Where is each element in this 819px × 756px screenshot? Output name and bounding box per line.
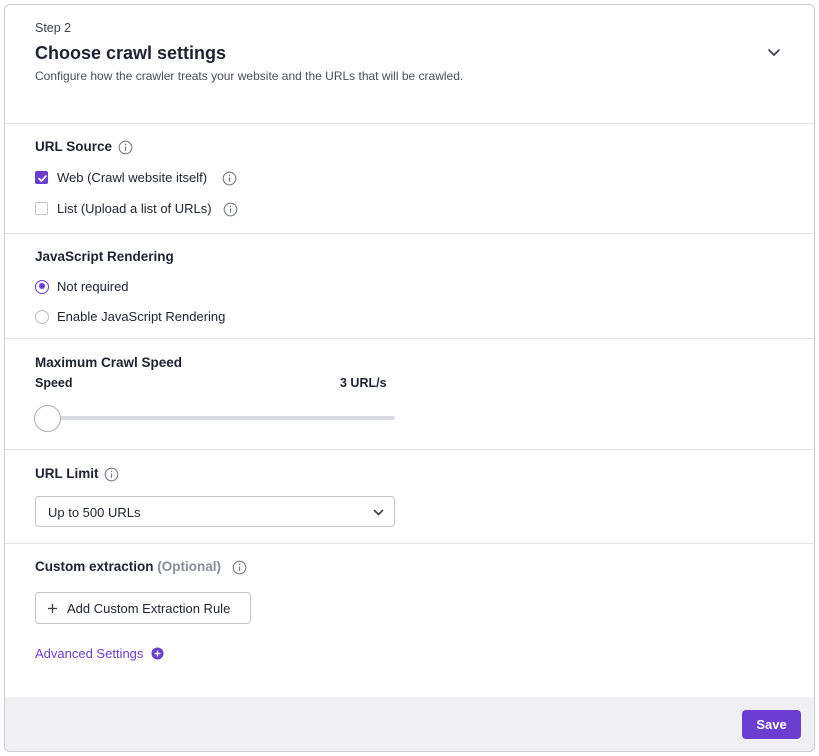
custom-extraction-title: Custom extraction (Optional) [35,559,221,574]
js-not-required-option[interactable]: Not required [35,279,129,294]
plus-circle-icon [151,647,164,660]
url-limit-select[interactable]: Up to 500 URLs [35,496,395,527]
not-required-radio[interactable] [35,279,49,294]
list-option-label: List (Upload a list of URLs) [57,201,212,216]
url-source-title: URL Source [35,139,113,154]
web-checkbox[interactable] [35,171,48,184]
page-description: Configure how the crawler treats your we… [35,69,464,83]
speed-label: Speed [35,376,73,390]
add-rule-label: Add Custom Extraction Rule [67,600,231,616]
info-icon[interactable] [104,467,119,482]
speed-slider-track[interactable] [45,416,395,420]
url-source-web-option[interactable]: Web (Crawl website itself) [35,170,207,185]
js-rendering-title: JavaScript Rendering [35,249,174,264]
custom-extraction-label: Custom extraction [35,559,154,574]
info-icon[interactable] [118,140,133,155]
enable-js-radio[interactable] [35,309,49,324]
page-title: Choose crawl settings [35,43,227,63]
advanced-settings-label: Advanced Settings [35,646,144,661]
advanced-settings-link[interactable]: Advanced Settings [35,646,164,661]
step-header: Step 2 Choose crawl settings Configure h… [5,5,814,124]
crawl-settings-card: Step 2 Choose crawl settings Configure h… [4,4,815,752]
info-icon[interactable] [223,202,238,217]
web-option-label: Web (Crawl website itself) [57,170,208,185]
optional-tag: (Optional) [157,559,222,574]
url-limit-selected-value: Up to 500 URLs [48,505,141,520]
js-rendering-section: JavaScript Rendering Not required Enable… [5,234,814,339]
chevron-down-icon[interactable] [765,43,783,61]
crawl-speed-title: Maximum Crawl Speed [35,355,183,370]
info-icon[interactable] [222,171,237,186]
speed-value: 3 URL/s [340,376,387,390]
js-enable-option[interactable]: Enable JavaScript Rendering [35,309,225,324]
custom-extraction-section: Custom extraction (Optional) Add Custom … [5,544,814,697]
enable-js-label: Enable JavaScript Rendering [57,309,226,324]
url-source-section: URL Source Web (Crawl website itself) Li… [5,124,814,234]
info-icon[interactable] [232,560,247,575]
speed-slider-thumb[interactable] [34,405,61,432]
step-label: Step 2 [35,21,72,35]
list-checkbox[interactable] [35,202,48,215]
save-button[interactable]: Save [742,710,801,739]
add-custom-extraction-rule-button[interactable]: Add Custom Extraction Rule [35,592,251,624]
not-required-label: Not required [57,279,129,294]
url-limit-section: URL Limit Up to 500 URLs [5,450,814,544]
plus-icon [48,603,57,613]
chevron-down-icon [373,509,384,516]
crawl-speed-section: Maximum Crawl Speed Speed 3 URL/s [5,339,814,450]
url-limit-title: URL Limit [35,466,99,481]
url-source-list-option[interactable]: List (Upload a list of URLs) [35,201,212,216]
footer-bar: Save [5,697,814,751]
